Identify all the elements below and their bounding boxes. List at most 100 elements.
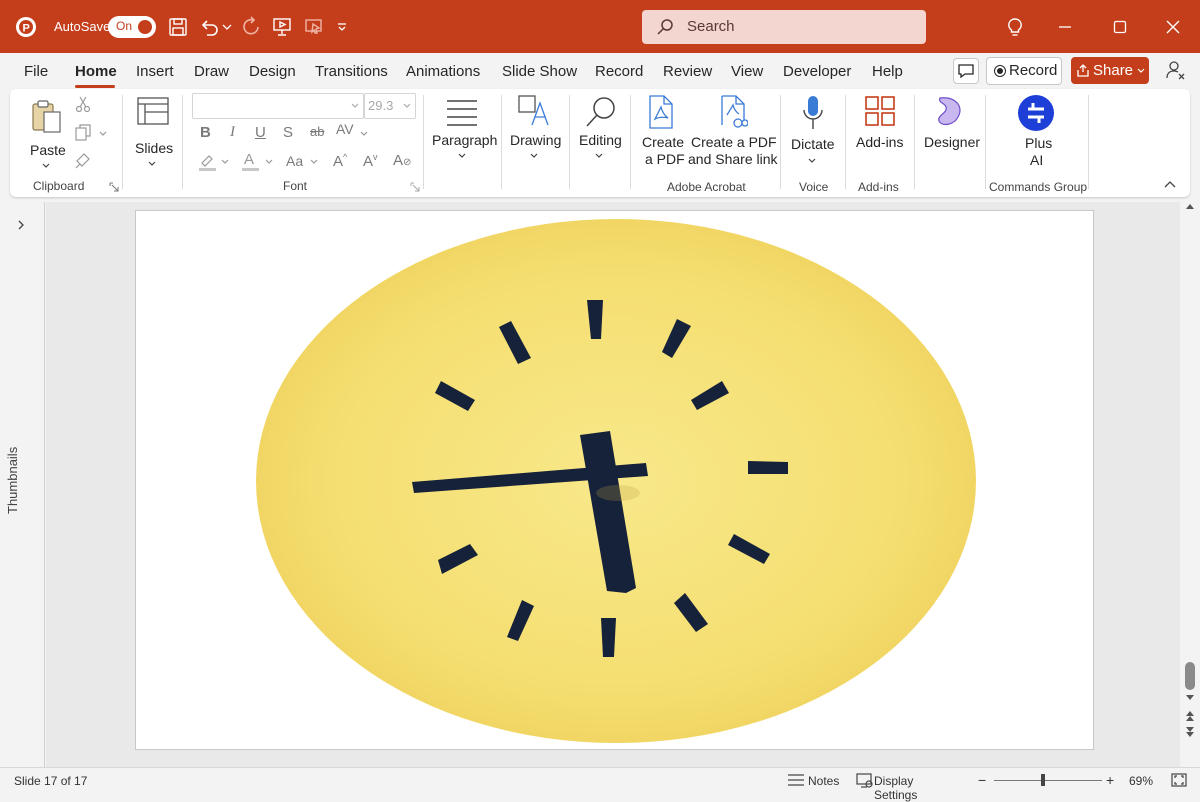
clear-formatting-icon[interactable]: A⊘	[393, 152, 411, 169]
highlight-color-icon[interactable]	[198, 151, 218, 171]
create-pdf-share-link-button[interactable]: Create a PDF and Share link	[688, 95, 778, 169]
add-ins-label: Add-ins	[856, 134, 904, 150]
zoom-level[interactable]: 69%	[1129, 774, 1153, 788]
tab-record[interactable]: Record	[595, 63, 643, 80]
format-painter-icon[interactable]	[74, 151, 94, 171]
present-from-current-icon[interactable]	[302, 15, 326, 39]
slide-counter: Slide 17 of 17	[14, 774, 88, 788]
tab-view[interactable]: View	[731, 63, 763, 80]
search-box[interactable]: Search	[642, 10, 926, 44]
customize-toolbar-icon[interactable]	[334, 15, 350, 39]
decrease-font-size-icon[interactable]: Av	[363, 152, 378, 170]
paste-icon	[32, 100, 61, 133]
comments-button[interactable]	[953, 58, 979, 84]
font-color-chevron-icon[interactable]	[265, 159, 273, 165]
collapse-ribbon-icon[interactable]	[1164, 180, 1176, 188]
highlight-chevron-icon[interactable]	[221, 159, 229, 165]
slides-chevron-icon	[148, 161, 156, 166]
ribbon-separator	[845, 95, 846, 189]
increase-font-size-icon[interactable]: A^	[333, 152, 347, 170]
change-case-icon[interactable]: Aa	[286, 153, 303, 169]
expand-thumbnails-chevron-icon[interactable]	[17, 220, 25, 230]
font-name-combobox[interactable]	[192, 93, 364, 119]
comment-icon	[958, 64, 974, 79]
scrollbar-thumb[interactable]	[1185, 662, 1195, 690]
minimize-icon[interactable]	[1052, 14, 1078, 40]
designer-button[interactable]: Designer	[920, 95, 980, 167]
next-slide-icon[interactable]	[1185, 726, 1195, 738]
underline-icon[interactable]: U	[255, 124, 266, 141]
create-pdf-button[interactable]: Create a PDF	[638, 95, 685, 169]
font-size-combobox[interactable]: 29.3	[364, 93, 416, 119]
tab-transitions[interactable]: Transitions	[315, 63, 388, 80]
add-ins-button[interactable]: Add-ins	[852, 95, 908, 167]
ribbon-separator	[423, 95, 424, 189]
record-button-label: Record	[1009, 62, 1058, 79]
scroll-up-arrow-icon[interactable]	[1185, 202, 1195, 210]
zoom-in-icon[interactable]: +	[1106, 772, 1114, 788]
italic-icon[interactable]: I	[230, 124, 235, 141]
maximize-icon[interactable]	[1107, 14, 1133, 40]
paragraph-button[interactable]: Paragraph	[428, 97, 497, 169]
font-color-icon[interactable]: A	[241, 151, 261, 171]
change-case-chevron-icon[interactable]	[310, 159, 318, 165]
close-icon[interactable]	[1160, 14, 1186, 40]
zoom-slider-track[interactable]	[994, 780, 1102, 781]
cut-icon[interactable]	[74, 95, 94, 115]
tab-file[interactable]: File	[24, 63, 48, 80]
undo-icon[interactable]	[198, 15, 222, 39]
coauthor-presence-icon[interactable]	[1163, 58, 1187, 82]
fit-slide-to-window-icon[interactable]	[1171, 773, 1187, 787]
paste-button[interactable]: Paste	[26, 97, 66, 168]
zoom-slider-thumb[interactable]	[1040, 774, 1045, 786]
tab-help[interactable]: Help	[872, 63, 903, 80]
zoom-out-icon[interactable]: −	[978, 772, 986, 788]
font-size-value: 29.3	[368, 98, 394, 113]
autosave-toggle[interactable]: On	[108, 16, 156, 38]
copy-icon[interactable]	[74, 124, 110, 144]
slide[interactable]	[135, 210, 1094, 750]
plus-ai-label-line1: Plus	[1025, 135, 1053, 151]
font-launcher-icon[interactable]	[410, 182, 420, 192]
add-ins-grid-icon	[865, 96, 895, 126]
editing-button[interactable]: Editing	[574, 95, 630, 167]
scroll-down-arrow-icon[interactable]	[1185, 694, 1195, 702]
drawing-button[interactable]: Drawing	[506, 95, 566, 167]
undo-dropdown-chevron-icon[interactable]	[220, 15, 234, 39]
dictate-button[interactable]: Dictate	[788, 95, 838, 171]
share-button[interactable]: Share	[1071, 57, 1149, 84]
powerpoint-app-icon[interactable]: P	[14, 15, 38, 39]
strikethrough-icon[interactable]: ab	[310, 124, 324, 139]
text-shadow-icon[interactable]: S	[283, 124, 293, 141]
lightbulb-icon[interactable]	[1002, 14, 1028, 40]
display-settings-label: Display Settings	[874, 774, 918, 802]
clipboard-launcher-icon[interactable]	[109, 182, 119, 192]
character-spacing-chevron-icon[interactable]	[360, 131, 368, 137]
character-spacing-icon[interactable]: AV	[336, 121, 354, 137]
tab-draw[interactable]: Draw	[194, 63, 229, 80]
add-ins-group-label: Add-ins	[858, 180, 899, 194]
present-from-beginning-icon[interactable]	[270, 15, 294, 39]
tab-home[interactable]: Home	[75, 63, 117, 80]
vertical-scrollbar[interactable]	[1181, 202, 1200, 767]
thumbnails-label[interactable]: Thumbnails	[5, 447, 20, 514]
display-settings-button[interactable]: Display Settings	[856, 771, 960, 802]
tab-slide-show[interactable]: Slide Show	[502, 63, 577, 80]
save-icon[interactable]	[166, 15, 190, 39]
notes-button[interactable]: Notes	[787, 771, 843, 791]
create-pdf-label-line2: a PDF	[645, 151, 685, 167]
ribbon-separator	[182, 95, 183, 189]
slides-button[interactable]: Slides	[132, 97, 174, 169]
tab-design[interactable]: Design	[249, 63, 296, 80]
tab-insert[interactable]: Insert	[136, 63, 174, 80]
bold-icon[interactable]: B	[200, 124, 211, 141]
record-button[interactable]: Record	[986, 57, 1062, 85]
clock-image[interactable]	[136, 211, 1094, 750]
designer-icon	[938, 97, 961, 126]
redo-icon[interactable]	[240, 15, 264, 39]
tab-review[interactable]: Review	[663, 63, 712, 80]
tab-animations[interactable]: Animations	[406, 63, 480, 80]
previous-slide-icon[interactable]	[1185, 710, 1195, 722]
tab-developer[interactable]: Developer	[783, 63, 851, 80]
plus-ai-button[interactable]: Plus AI	[1010, 93, 1062, 171]
